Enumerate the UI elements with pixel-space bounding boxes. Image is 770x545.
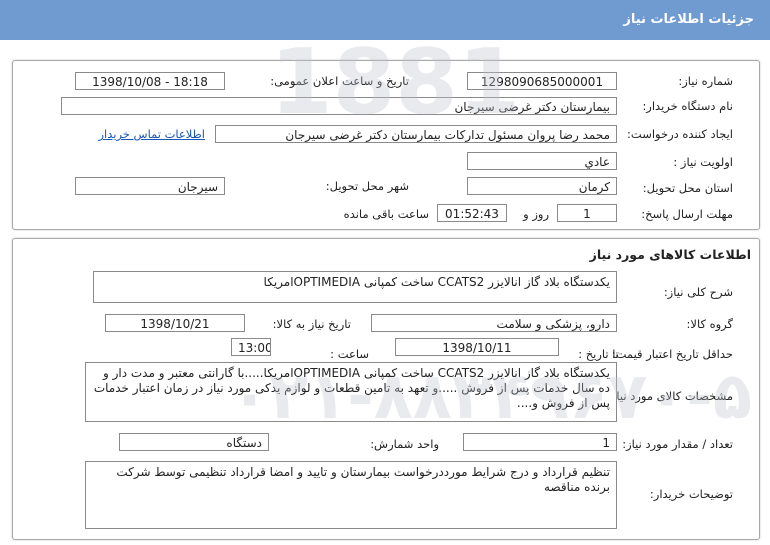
buyer-org-label: نام دستگاه خریدار: xyxy=(642,99,733,113)
need-date-field[interactable]: 1398/10/21 xyxy=(105,314,245,332)
need-date-label: تاریخ نیاز به کالا: xyxy=(272,317,351,331)
qty-field[interactable]: 1 xyxy=(463,433,617,451)
need-number-label: شماره نیاز: xyxy=(678,74,733,88)
unit-label: واحد شمارش: xyxy=(370,437,439,451)
until-date-label: تا تاریخ : xyxy=(578,347,619,361)
page-title: جزئیات اطلاعات نیاز xyxy=(623,12,754,27)
need-info-panel: شماره نیاز: 1298090685000001 تاریخ و ساع… xyxy=(12,60,760,230)
general-desc-label: شرح کلی نیاز: xyxy=(663,285,733,299)
deadline-time-field[interactable]: 01:52:43 xyxy=(437,204,507,222)
specs-label: مشخصات کالای مورد نیاز: xyxy=(606,389,733,403)
buyer-notes-field[interactable]: تنظیم قرارداد و درج شرایط مورددرخواست بی… xyxy=(85,461,617,529)
priority-label: اولویت نیاز : xyxy=(673,155,733,169)
unit-field[interactable]: دستگاه xyxy=(119,433,269,451)
specs-field[interactable]: یکدستگاه بلاد گاز انالایزر CCATS2 ساخت ک… xyxy=(85,362,617,422)
page-header: جزئیات اطلاعات نیاز xyxy=(0,0,770,40)
general-desc-field[interactable]: یکدستگاه بلاد گاز انالایزر CCATS2 ساخت ک… xyxy=(93,271,617,303)
deadline-label: مهلت ارسال پاسخ: xyxy=(641,207,733,221)
requester-field[interactable]: محمد رضا پروان مسئول تدارکات بیمارستان د… xyxy=(215,125,617,143)
buyer-org-field[interactable]: بیمارستان دکتر غرضی سیرجان xyxy=(61,97,617,115)
city-field[interactable]: سیرجان xyxy=(75,177,225,195)
min-validity-label: حداقل تاریخ اعتبار قیمت: xyxy=(611,347,733,361)
hour-field[interactable]: 13:00 xyxy=(231,338,271,356)
requester-label: ایجاد کننده درخواست: xyxy=(627,127,733,141)
hour-label: ساعت : xyxy=(330,347,369,361)
goods-group-field[interactable]: دارو، پزشکی و سلامت xyxy=(371,314,617,332)
goods-group-label: گروه کالا: xyxy=(686,317,733,331)
qty-label: تعداد / مقدار مورد نیاز: xyxy=(622,437,733,451)
goods-section-title: اطلاعات کالاهای مورد نیاز xyxy=(589,247,751,262)
goods-info-panel: اطلاعات کالاهای مورد نیاز شرح کلی نیاز: … xyxy=(12,238,760,540)
remaining-word: ساعت باقی مانده xyxy=(343,207,429,221)
need-number-field[interactable]: 1298090685000001 xyxy=(467,72,617,90)
until-date-field[interactable]: 1398/10/11 xyxy=(395,338,559,356)
province-label: استان محل تحویل: xyxy=(642,181,733,195)
days-word: روز و xyxy=(523,207,549,221)
buyer-contact-link[interactable]: اطلاعات تماس خریدار xyxy=(98,127,205,141)
buyer-notes-label: توضیحات خریدار: xyxy=(649,487,733,501)
announce-date-label: تاریخ و ساعت اعلان عمومی: xyxy=(270,74,409,88)
announce-date-field[interactable]: 1398/10/08 - 18:18 xyxy=(75,72,225,90)
priority-field[interactable]: عادي xyxy=(467,152,617,170)
province-field[interactable]: کرمان xyxy=(467,177,617,195)
city-label: شهر محل تحویل: xyxy=(325,179,409,193)
deadline-days-field[interactable]: 1 xyxy=(557,204,617,222)
